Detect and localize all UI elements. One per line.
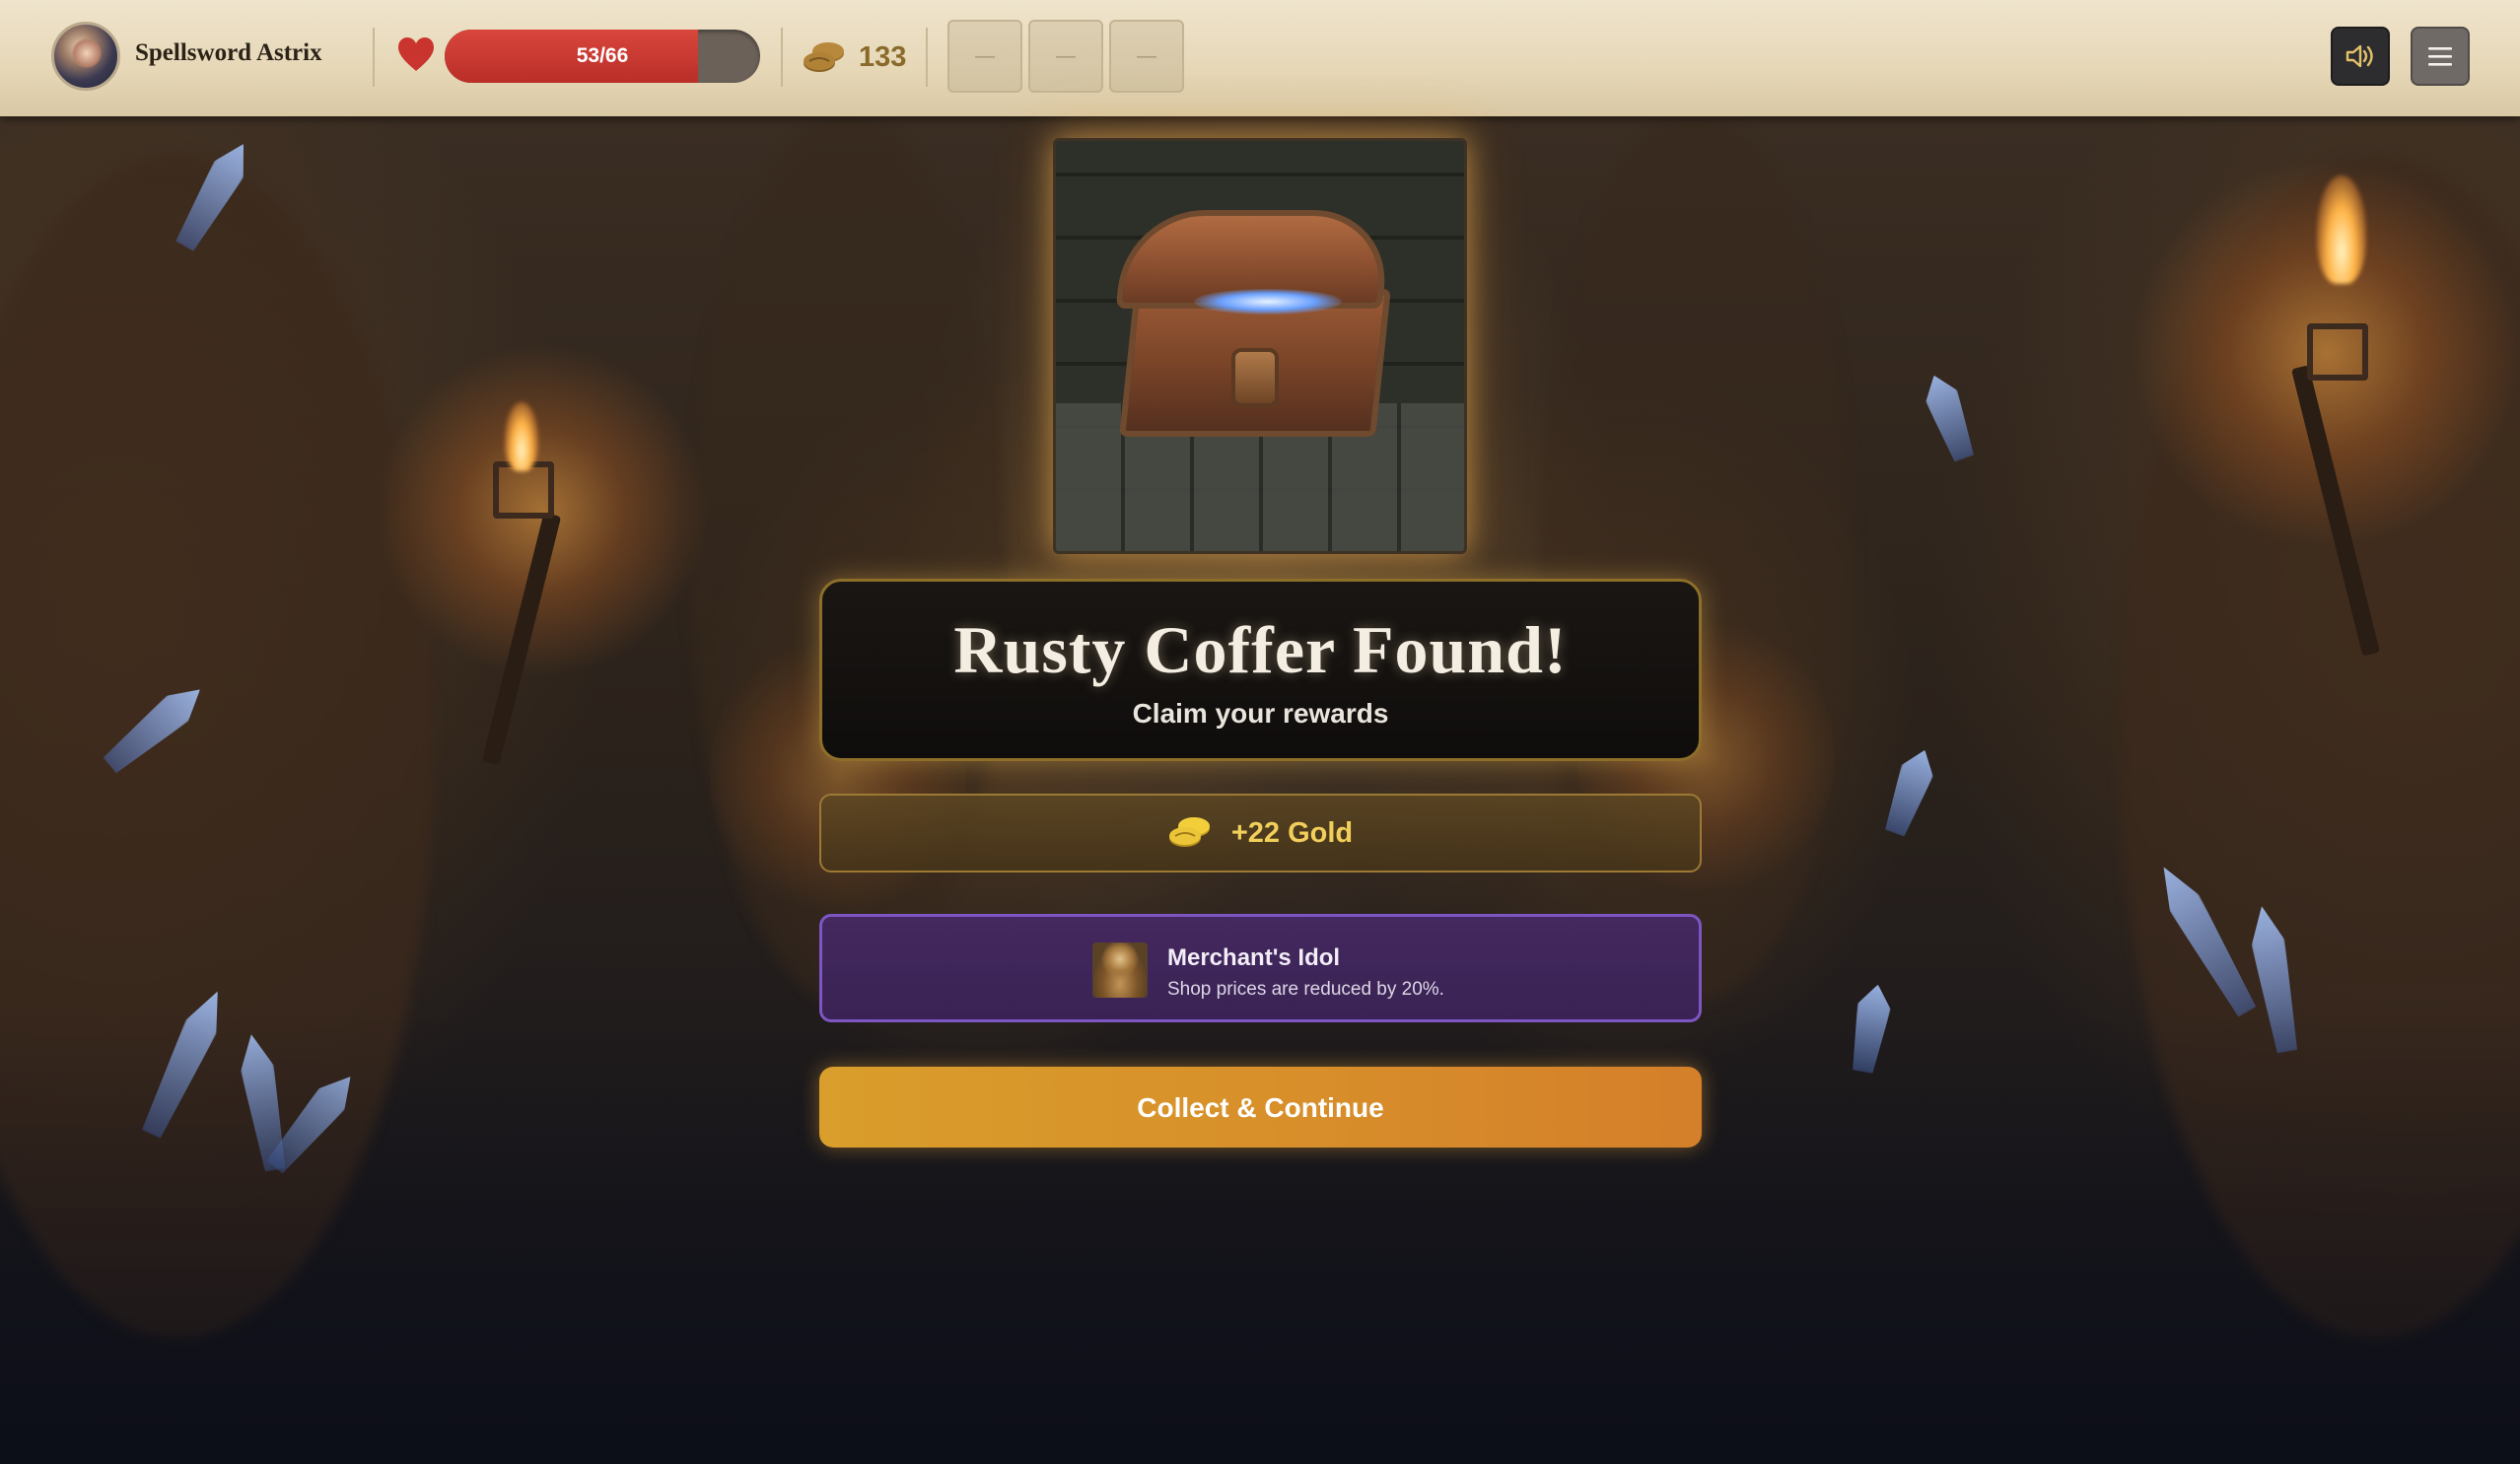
player-avatar[interactable] (51, 22, 120, 91)
item-slot-2[interactable]: — (1028, 20, 1103, 93)
relic-description: Shop prices are reduced by 20%. (1167, 979, 1444, 1000)
treasure-chest-image (1053, 138, 1467, 554)
relic-name: Merchant's Idol (1167, 944, 1341, 971)
coins-icon (1168, 817, 1210, 847)
gold-reward-text: +22 Gold (1230, 816, 1354, 849)
player-name: Spellsword Astrix (135, 39, 322, 66)
right-torch-cage (2307, 323, 2368, 381)
gold-reward[interactable]: +22 Gold (819, 794, 1702, 872)
left-torch-flame (505, 402, 538, 471)
collect-continue-button[interactable]: Collect & Continue (819, 1067, 1702, 1148)
speaker-icon (2345, 44, 2373, 68)
coins-icon (804, 42, 844, 72)
divider (373, 28, 375, 87)
gold-count: 133 (859, 41, 907, 73)
item-slot-3[interactable]: — (1109, 20, 1184, 93)
divider (781, 28, 783, 87)
hamburger-menu-icon (2428, 47, 2452, 66)
event-title: Rusty Coffer Found! (953, 612, 1568, 687)
menu-button[interactable] (2411, 27, 2470, 86)
health-text: 53/66 (576, 44, 629, 67)
idol-icon (1092, 942, 1148, 998)
item-slot-1[interactable]: — (947, 20, 1022, 93)
event-title-panel: Rusty Coffer Found! Claim your rewards (819, 579, 1702, 761)
relic-reward[interactable]: Merchant's Idol Shop prices are reduced … (819, 914, 1702, 1022)
divider (926, 28, 928, 87)
sound-button[interactable] (2331, 27, 2390, 86)
right-torch-flame (2317, 175, 2366, 284)
chest-magic-glow (1194, 289, 1342, 314)
crystal (1919, 370, 1981, 464)
top-status-bar: Spellsword Astrix 53/66 133 — — — (0, 0, 2520, 116)
heart-icon (398, 37, 434, 71)
event-subtitle: Claim your rewards (1132, 698, 1389, 729)
crystal (1879, 744, 1941, 839)
chest-padlock (1231, 348, 1279, 407)
health-bar: 53/66 (445, 30, 760, 83)
